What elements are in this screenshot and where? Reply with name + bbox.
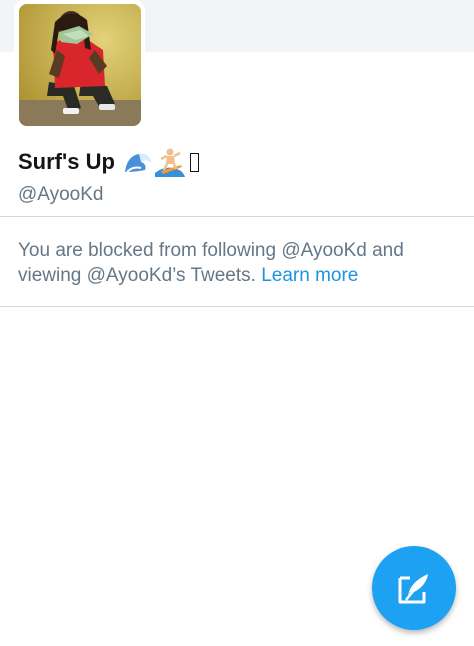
profile-handle: @AyooKd bbox=[18, 184, 104, 205]
surfer-emoji bbox=[154, 148, 185, 177]
profile-photo bbox=[19, 4, 141, 126]
profile-display-name: Surf's Up bbox=[18, 147, 199, 177]
name-emoji-group bbox=[123, 147, 199, 177]
display-name-text: Surf's Up bbox=[18, 149, 115, 174]
divider-bottom bbox=[0, 306, 474, 307]
missing-glyph bbox=[189, 152, 199, 172]
divider-top bbox=[0, 216, 474, 217]
avatar-frame bbox=[14, 0, 145, 131]
learn-more-link[interactable]: Learn more bbox=[261, 265, 358, 286]
compose-tweet-icon bbox=[398, 574, 428, 604]
wave-emoji bbox=[124, 153, 151, 173]
compose-tweet-button[interactable] bbox=[372, 546, 456, 630]
blocked-notice: You are blocked from following @AyooKd a… bbox=[18, 238, 458, 288]
avatar[interactable] bbox=[19, 4, 141, 126]
